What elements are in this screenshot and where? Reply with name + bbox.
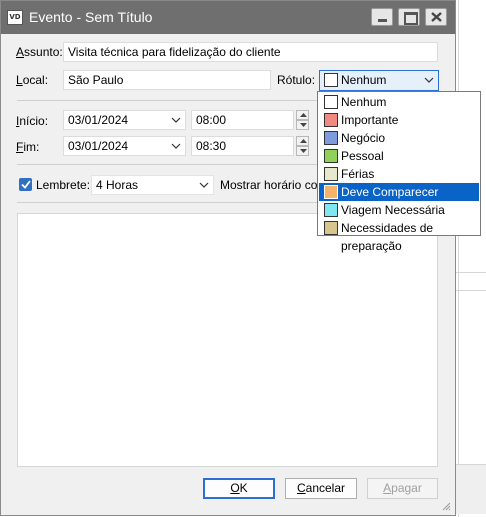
- app-icon: VD: [7, 10, 23, 25]
- color-swatch: [324, 149, 338, 163]
- label-option-pessoal[interactable]: Pessoal: [319, 147, 479, 165]
- event-dialog: VD Evento - Sem Título Assunto: Visita t…: [0, 0, 456, 516]
- label-dropdown-list: Nenhum Importante Negócio Pessoal Férias…: [317, 91, 481, 253]
- label-combobox[interactable]: Nenhum: [319, 70, 439, 91]
- spin-up-button[interactable]: [296, 136, 309, 146]
- spin-down-button[interactable]: [296, 120, 309, 130]
- checkmark-icon: [21, 180, 31, 189]
- color-swatch: [324, 221, 338, 235]
- reminder-checkbox[interactable]: [19, 178, 32, 191]
- minimize-button[interactable]: [371, 8, 393, 26]
- label-color-swatch: [324, 73, 338, 87]
- arrow-up-icon: [300, 113, 307, 117]
- chevron-down-icon: [171, 117, 181, 123]
- ok-button[interactable]: OK: [203, 478, 275, 499]
- close-icon: [431, 12, 442, 22]
- delete-button[interactable]: Apagar: [367, 478, 438, 499]
- arrow-down-icon: [300, 123, 307, 127]
- subject-input[interactable]: Visita técnica para fidelização do clien…: [63, 42, 438, 62]
- resize-grip-icon[interactable]: [441, 501, 451, 511]
- maximize-button[interactable]: [398, 8, 420, 26]
- end-time-spinner[interactable]: [296, 136, 309, 156]
- arrow-up-icon: [300, 139, 307, 143]
- label-selected-text: Nenhum: [341, 73, 387, 87]
- start-time-spinner[interactable]: [296, 110, 309, 130]
- reminder-select[interactable]: 4 Horas: [91, 175, 214, 195]
- end-date-picker[interactable]: 03/01/2024: [63, 136, 186, 156]
- end-time-input[interactable]: 08:30: [191, 136, 294, 156]
- label-option-ferias[interactable]: Férias: [319, 165, 479, 183]
- label-option-deve-comparecer[interactable]: Deve Comparecer: [319, 183, 479, 201]
- reminder-label: Lembrete:: [36, 178, 91, 192]
- chevron-down-icon: [199, 182, 209, 188]
- end-label: Fim:: [16, 140, 40, 154]
- spin-down-button[interactable]: [296, 146, 309, 156]
- label-field-label: Rótulo:: [277, 73, 316, 87]
- color-swatch: [324, 167, 338, 181]
- window-title: Evento - Sem Título: [29, 9, 153, 25]
- label-option-importante[interactable]: Importante: [319, 111, 479, 129]
- color-swatch: [324, 185, 338, 199]
- spin-up-button[interactable]: [296, 110, 309, 120]
- cancel-button[interactable]: Cancelar: [285, 478, 357, 499]
- chevron-down-icon: [424, 77, 434, 83]
- label-option-viagem-necessaria[interactable]: Viagem Necessária: [319, 201, 479, 219]
- arrow-down-icon: [300, 149, 307, 153]
- start-time-input[interactable]: 08:00: [191, 110, 294, 130]
- background-window: [455, 0, 486, 517]
- location-label: Local:: [16, 73, 49, 87]
- close-button[interactable]: [425, 8, 447, 26]
- label-option-necessidades-de-preparacao[interactable]: Necessidades de preparação: [319, 219, 479, 253]
- color-swatch: [324, 113, 338, 127]
- color-swatch: [324, 131, 338, 145]
- chevron-down-icon: [171, 143, 181, 149]
- color-swatch: [324, 95, 338, 109]
- start-date-picker[interactable]: 03/01/2024: [63, 110, 186, 130]
- subject-label: Assunto:: [16, 45, 63, 59]
- start-label: Início:: [16, 114, 49, 128]
- label-option-nenhum[interactable]: Nenhum: [319, 93, 479, 111]
- label-option-negocio[interactable]: Negócio: [319, 129, 479, 147]
- color-swatch: [324, 203, 338, 217]
- title-bar[interactable]: VD Evento - Sem Título: [1, 1, 455, 34]
- location-input[interactable]: São Paulo: [63, 70, 271, 90]
